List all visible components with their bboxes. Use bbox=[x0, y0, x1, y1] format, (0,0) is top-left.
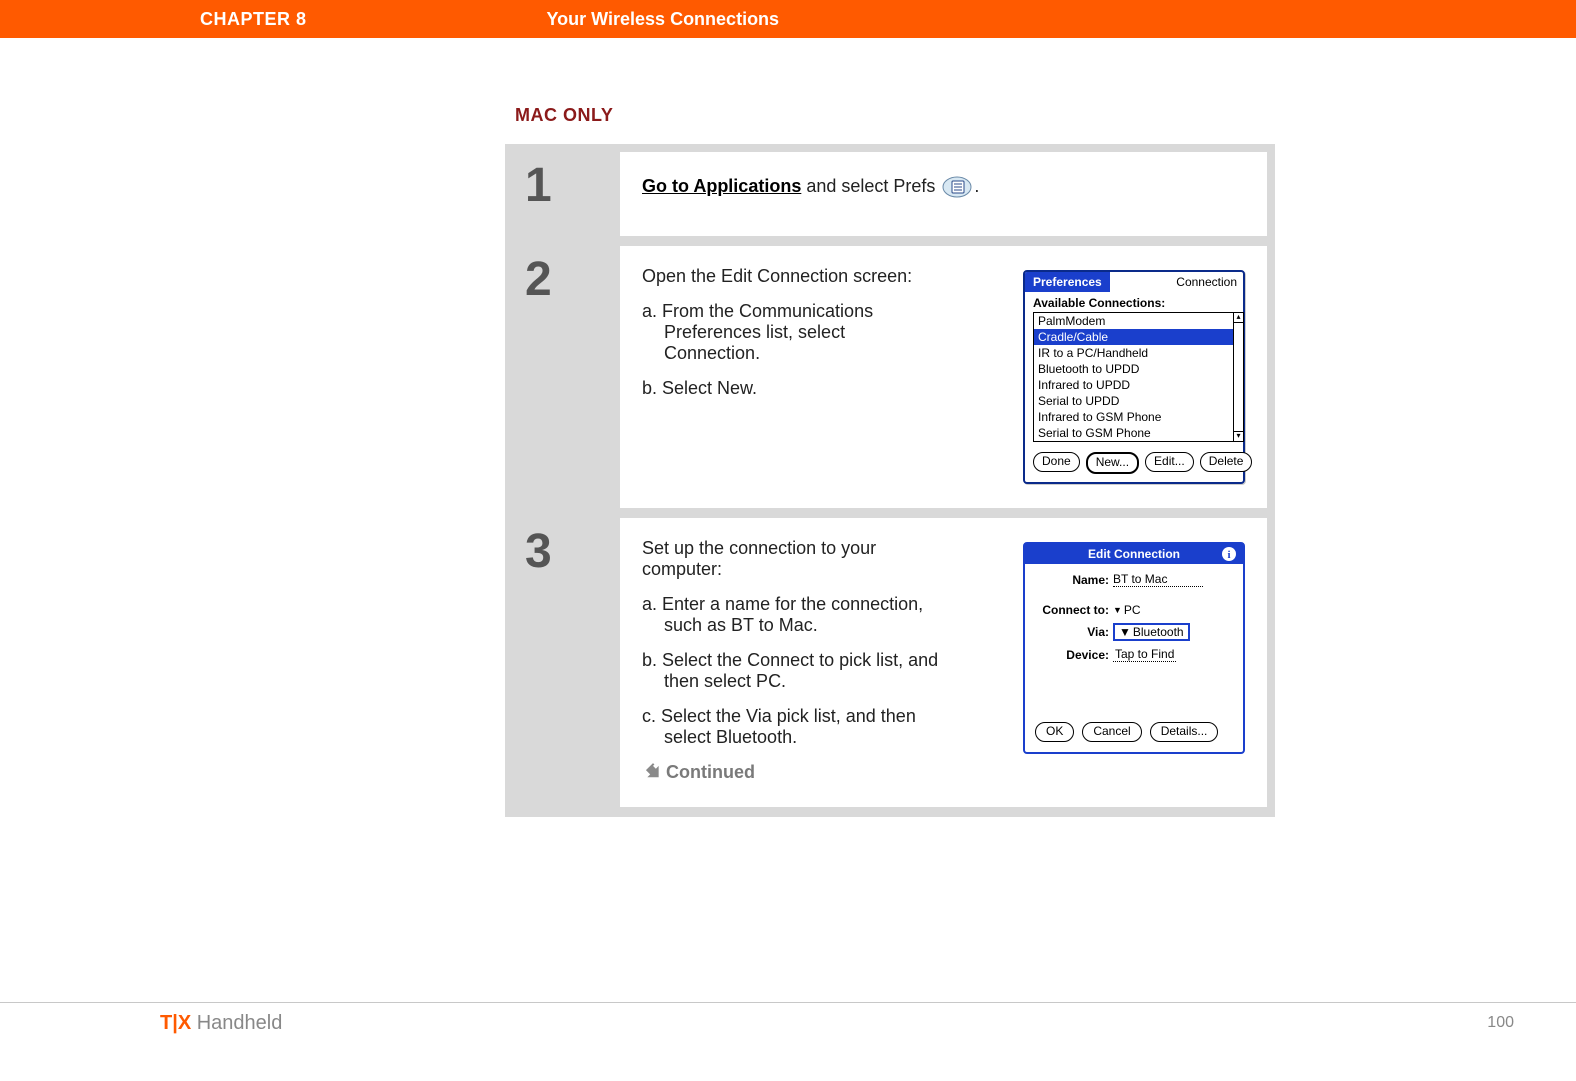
via-value: Bluetooth bbox=[1133, 625, 1184, 639]
list-item[interactable]: Cradle/Cable bbox=[1034, 329, 1235, 345]
chapter-label: CHAPTER 8 bbox=[200, 9, 307, 30]
list-item[interactable]: Serial to UPDD bbox=[1034, 393, 1235, 409]
step-3: 3 Set up the connection to your computer… bbox=[513, 518, 1267, 807]
palm2-title: Edit Connection bbox=[1088, 547, 1180, 561]
page-footer: T|X Handheld 100 bbox=[0, 1002, 1576, 1043]
step-body: Set up the connection to your computer: … bbox=[620, 518, 1267, 807]
list-item[interactable]: Bluetooth to UPDD bbox=[1034, 361, 1235, 377]
device-tap-to-find[interactable]: Tap to Find bbox=[1113, 647, 1176, 662]
palm-title-right: Connection bbox=[1110, 275, 1243, 289]
continued-arrow-icon bbox=[642, 762, 662, 782]
list-item[interactable]: PalmModem bbox=[1034, 313, 1235, 329]
screenshot-wrap: Preferences Connection Available Connect… bbox=[962, 266, 1245, 484]
step-number: 1 bbox=[513, 152, 620, 236]
step3-b: b. Select the Connect to pick list, and … bbox=[642, 650, 942, 692]
footer-brand: T|X Handheld bbox=[160, 1012, 282, 1035]
step2-b: b. Select New. bbox=[642, 378, 942, 399]
connect-to-label: Connect to: bbox=[1035, 603, 1113, 617]
step-number: 2 bbox=[513, 246, 620, 508]
step3-a: a. Enter a name for the connection, such… bbox=[642, 594, 942, 636]
list-item[interactable]: Infrared to UPDD bbox=[1034, 377, 1235, 393]
available-connections-label: Available Connections: bbox=[1025, 292, 1243, 312]
chevron-down-icon: ▼ bbox=[1119, 625, 1131, 639]
ok-button[interactable]: OK bbox=[1035, 722, 1074, 742]
step3-intro: Set up the connection to your computer: bbox=[642, 538, 942, 580]
connect-to-row: Connect to: ▼ PC bbox=[1035, 603, 1233, 617]
step-body: Open the Edit Connection screen: a. From… bbox=[620, 246, 1267, 508]
step1-period: . bbox=[974, 176, 979, 196]
palm-edit-connection-window: Edit Connection i Name: BT to Mac bbox=[1023, 542, 1245, 754]
svg-text:i: i bbox=[1227, 549, 1230, 561]
step2-intro: Open the Edit Connection screen: bbox=[642, 266, 942, 287]
palm-button-row: Done New... Edit... Delete bbox=[1025, 442, 1243, 482]
continued-label: Continued bbox=[642, 762, 942, 783]
prefs-icon bbox=[942, 176, 972, 198]
step2-a: a. From the Communications Preferences l… bbox=[642, 301, 942, 364]
header-bar: CHAPTER 8 Your Wireless Connections bbox=[0, 0, 1576, 38]
continued-text: Continued bbox=[666, 762, 755, 782]
scrollbar[interactable]: ▴ ▾ bbox=[1233, 312, 1244, 442]
via-picklist[interactable]: ▼ Bluetooth bbox=[1113, 623, 1190, 641]
step-2: 2 Open the Edit Connection screen: a. Fr… bbox=[513, 246, 1267, 508]
via-label: Via: bbox=[1035, 625, 1113, 639]
name-label: Name: bbox=[1035, 573, 1113, 587]
palm2-titlebar: Edit Connection i bbox=[1025, 544, 1243, 564]
palm-preferences-window: Preferences Connection Available Connect… bbox=[1023, 270, 1245, 484]
step-text: Set up the connection to your computer: … bbox=[642, 538, 962, 783]
step-1: 1 Go to Applications and select Prefs bbox=[513, 152, 1267, 236]
edit-connection-form: Name: BT to Mac Connect to: ▼ PC Via: bbox=[1025, 564, 1243, 716]
cancel-button[interactable]: Cancel bbox=[1082, 722, 1141, 742]
list-item[interactable]: Infrared to GSM Phone bbox=[1034, 409, 1235, 425]
edit-button[interactable]: Edit... bbox=[1145, 452, 1194, 472]
step-text: Open the Edit Connection screen: a. From… bbox=[642, 266, 962, 484]
via-row: Via: ▼ Bluetooth bbox=[1035, 623, 1233, 641]
scroll-down-icon[interactable]: ▾ bbox=[1234, 431, 1243, 441]
scroll-up-icon[interactable]: ▴ bbox=[1234, 313, 1243, 323]
footer-tx: T|X bbox=[160, 1012, 191, 1034]
chevron-down-icon: ▼ bbox=[1113, 605, 1122, 615]
details-button[interactable]: Details... bbox=[1150, 722, 1219, 742]
connect-to-value: PC bbox=[1124, 603, 1141, 617]
main-column: MAC ONLY 1 Go to Applications and select… bbox=[505, 105, 1275, 817]
list-item[interactable]: Serial to GSM Phone bbox=[1034, 425, 1235, 441]
name-row: Name: BT to Mac bbox=[1035, 572, 1233, 587]
steps-container: 1 Go to Applications and select Prefs bbox=[505, 144, 1275, 817]
name-field[interactable]: BT to Mac bbox=[1113, 572, 1203, 587]
document-page: CHAPTER 8 Your Wireless Connections MAC … bbox=[0, 0, 1576, 1081]
new-button[interactable]: New... bbox=[1086, 452, 1139, 474]
step1-line: Go to Applications and select Prefs . bbox=[642, 176, 1225, 198]
chapter-title: Your Wireless Connections bbox=[547, 9, 780, 30]
go-to-applications-link[interactable]: Go to Applications bbox=[642, 176, 801, 196]
step-body: Go to Applications and select Prefs . bbox=[620, 152, 1267, 236]
delete-button[interactable]: Delete bbox=[1200, 452, 1253, 472]
page-number: 100 bbox=[1487, 1014, 1514, 1032]
list-item[interactable]: IR to a PC/Handheld bbox=[1034, 345, 1235, 361]
connections-listbox[interactable]: PalmModem Cradle/Cable IR to a PC/Handhe… bbox=[1033, 312, 1235, 442]
screenshot-wrap: Edit Connection i Name: BT to Mac bbox=[962, 538, 1245, 783]
step3-c: c. Select the Via pick list, and then se… bbox=[642, 706, 942, 748]
device-row: Device: Tap to Find bbox=[1035, 647, 1233, 662]
step1-after: and select Prefs bbox=[801, 176, 940, 196]
section-label: MAC ONLY bbox=[515, 105, 1275, 126]
footer-handheld: Handheld bbox=[191, 1012, 282, 1034]
palm-title-left: Preferences bbox=[1025, 272, 1110, 292]
palm-titlebar: Preferences Connection bbox=[1025, 272, 1243, 292]
connect-to-picklist[interactable]: ▼ PC bbox=[1113, 603, 1141, 617]
done-button[interactable]: Done bbox=[1033, 452, 1080, 472]
device-label: Device: bbox=[1035, 648, 1113, 662]
step-text: Go to Applications and select Prefs . bbox=[642, 176, 1245, 212]
info-icon[interactable]: i bbox=[1221, 546, 1237, 565]
palm2-button-row: OK Cancel Details... bbox=[1025, 716, 1243, 752]
step-number: 3 bbox=[513, 518, 620, 807]
